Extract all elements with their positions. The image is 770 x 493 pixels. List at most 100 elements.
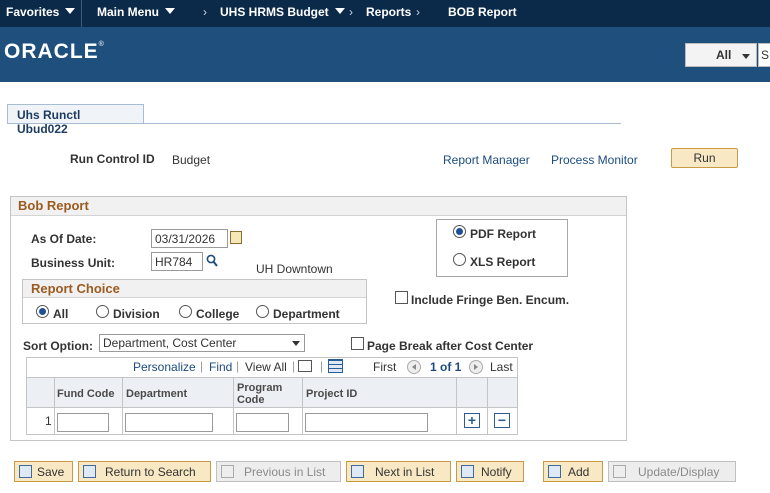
favorites-menu[interactable]: Favorites [6,5,76,19]
run-control-value: Budget [172,153,211,167]
chevron-down-icon [165,8,175,14]
sort-option-label: Sort Option: [23,339,93,353]
page-break-checkbox[interactable] [351,337,364,350]
project-id-input[interactable] [305,413,428,432]
column-header-fund-code: Fund Code [57,388,115,400]
breadcrumb-chevron-icon: › [349,5,353,19]
return-to-search-label: Return to Search [105,465,196,479]
pdf-report-radio[interactable] [453,225,466,238]
run-button[interactable]: Run [671,148,738,168]
choice-division-label: Division [113,307,160,321]
search-scope-select[interactable]: All [685,43,757,67]
personalize-link[interactable]: Personalize [133,360,196,374]
breadcrumb-label: Reports [366,5,412,19]
logo-text: ORACLE [4,40,99,63]
as-of-date-input[interactable]: 03/31/2026 [151,229,228,248]
update-display-label: Update/Display [638,465,720,479]
choice-department-radio[interactable] [256,305,269,318]
section-title: Bob Report [11,197,626,216]
previous-icon [221,465,234,478]
brand-banner [0,27,770,82]
main-menu-label: Main Menu [97,5,159,19]
fund-code-input[interactable] [57,413,109,432]
next-icon [351,465,364,478]
run-control-label: Run Control ID [70,152,155,166]
department-input[interactable] [125,413,213,432]
column-header-project-id: Project ID [306,388,358,400]
save-label: Save [37,465,65,479]
calendar-icon[interactable] [230,231,242,244]
new-window-icon[interactable] [298,360,312,372]
notify-icon [461,465,474,478]
row-range: 1 of 1 [430,360,462,374]
grid-divider: | [236,359,240,373]
find-link[interactable]: Find [209,360,232,374]
update-display-button[interactable]: Update/Display [608,461,736,482]
previous-row-icon[interactable] [407,360,421,374]
grid-divider: | [292,359,296,373]
grid-divider: | [200,359,204,373]
save-button[interactable]: Save [14,461,73,482]
column-header-department: Department [126,388,188,400]
next-in-list-button[interactable]: Next in List [346,461,451,482]
page-break-label: Page Break after Cost Center [367,339,534,353]
include-fringe-checkbox[interactable] [395,291,408,304]
business-unit-description: UH Downtown [256,262,333,276]
as-of-date-label: As Of Date: [31,232,97,246]
choice-college-label: College [196,307,240,321]
xls-report-radio[interactable] [453,253,466,266]
choice-college-radio[interactable] [179,305,192,318]
sort-option-select[interactable]: Department, Cost Center [99,334,305,352]
column-divider [54,378,55,435]
notify-button[interactable]: Notify [456,461,524,482]
previous-in-list-button[interactable]: Previous in List [216,461,341,482]
view-all-link[interactable]: View All [245,360,287,374]
pdf-report-label: PDF Report [470,227,536,241]
return-to-search-button[interactable]: Return to Search [78,461,211,482]
column-divider [487,378,488,435]
tab-underline [7,123,621,124]
grid-divider: | [320,359,324,373]
add-button[interactable]: Add [543,461,603,482]
report-manager-link[interactable]: Report Manager [443,153,530,167]
main-menu[interactable]: Main Menu [97,5,175,19]
choice-all-radio[interactable] [36,305,49,318]
breadcrumb-reports[interactable]: Reports [366,5,411,19]
last-label: Last [490,360,513,374]
breadcrumb-uhs-hrms-budget[interactable]: UHS HRMS Budget [220,5,345,19]
search-input[interactable]: S [758,43,770,67]
sort-option-value: Department, Cost Center [103,336,237,350]
tab-uhs-runctl[interactable]: Uhs Runctl Ubud022 [7,104,144,136]
add-label: Add [568,465,590,479]
delete-row-icon[interactable]: − [494,413,510,428]
business-unit-input[interactable]: HR784 [151,252,203,271]
report-choice-title: Report Choice [23,280,366,298]
notify-label: Notify [481,465,512,479]
chevron-down-icon [65,8,76,14]
first-label: First [373,360,397,374]
column-header-program-code: Program Code [237,382,283,406]
grid-download-icon[interactable] [328,359,343,373]
breadcrumb-label: UHS HRMS Budget [220,5,329,19]
save-icon [19,465,32,478]
xls-report-label: XLS Report [470,255,536,269]
program-code-input[interactable] [236,413,289,432]
process-monitor-link[interactable]: Process Monitor [551,153,638,167]
favorites-label: Favorites [6,5,60,19]
column-divider [122,378,123,435]
add-row-icon[interactable]: + [464,413,480,428]
choice-all-label: All [53,307,69,321]
chevron-down-icon [742,54,750,59]
lookup-search-icon[interactable] [206,254,218,268]
chevron-down-icon [334,8,345,14]
choice-division-radio[interactable] [96,305,109,318]
next-in-list-label: Next in List [375,465,435,479]
previous-in-list-label: Previous in List [244,465,326,479]
breadcrumb-label: BOB Report [448,5,517,19]
next-row-icon[interactable] [469,360,483,374]
breadcrumb-chevron-icon: › [203,5,207,19]
add-icon [548,465,561,478]
breadcrumb-bob-report[interactable]: BOB Report [448,5,517,19]
choice-department-label: Department [273,307,340,321]
column-divider [456,378,457,435]
